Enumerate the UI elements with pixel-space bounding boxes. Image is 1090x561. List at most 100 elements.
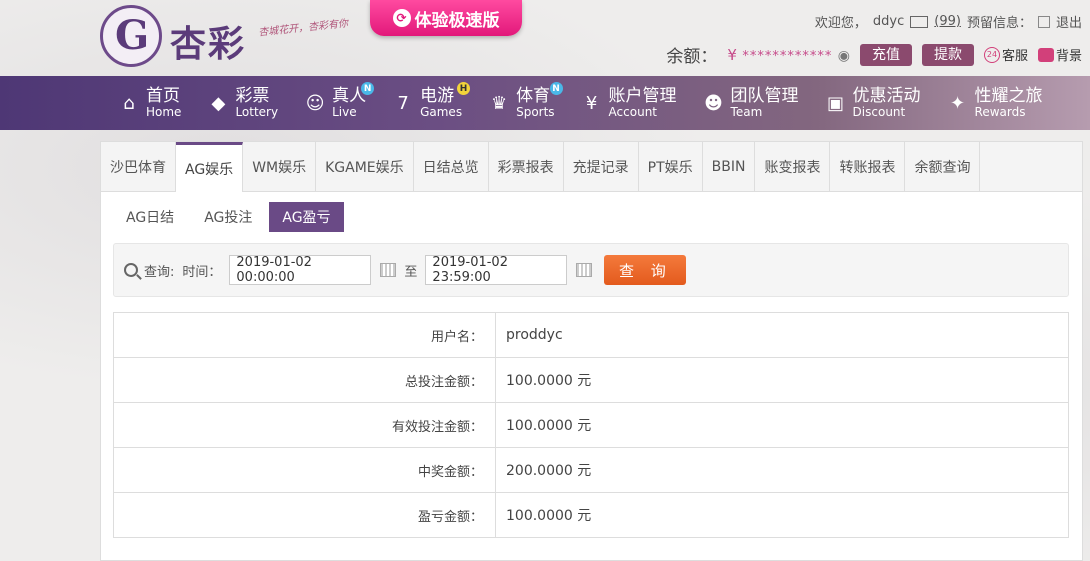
tab-wm[interactable]: WM娱乐 xyxy=(243,142,317,191)
nav-items: ⌂ 首页 Home ◆ 彩票 Lottery ☺ 真人 Live N 7 电游 Game… xyxy=(118,76,1069,130)
nav-sublabel: Live xyxy=(332,104,357,119)
account-icon: ¥ xyxy=(585,92,598,114)
subtab-ag-bets[interactable]: AG投注 xyxy=(191,202,265,232)
nav-account[interactable]: ¥ 账户管理 Account xyxy=(581,76,677,130)
calendar-icon[interactable] xyxy=(380,263,397,277)
nav-live[interactable]: ☺ 真人 Live N xyxy=(304,76,375,130)
tab-transfer-report[interactable]: 转账报表 xyxy=(830,142,906,191)
nav-badge: N xyxy=(361,82,375,95)
balance-row: 余额： ¥ ************ ◉ 充值 提款 24 客服 背景 xyxy=(666,42,1082,67)
logo[interactable]: 杏彩 杏城花开，杏彩有你 xyxy=(100,5,350,70)
home-icon: ⌂ xyxy=(123,92,135,114)
time-label: 时间： xyxy=(182,264,222,280)
table-row: 中奖金额： 200.0000 元 xyxy=(113,447,1069,493)
deposit-button[interactable]: 充值 xyxy=(859,43,912,66)
nav-sublabel: Team xyxy=(730,104,763,119)
balance-masked: ************ xyxy=(742,48,833,64)
rewards-icon: ✦ xyxy=(950,92,966,114)
nav-label: 首页 xyxy=(146,85,180,106)
nav-games[interactable]: 7 电游 Games H xyxy=(392,76,471,130)
logo-slogan: 杏城花开，杏彩有你 xyxy=(257,18,349,39)
tab-pt[interactable]: PT娱乐 xyxy=(638,142,703,191)
nav-lottery[interactable]: ◆ 彩票 Lottery xyxy=(207,76,279,130)
username: ddyc xyxy=(872,14,905,29)
nav-sublabel: Lottery xyxy=(235,104,279,119)
table-row: 有效投注金额： 100.0000 元 xyxy=(113,402,1069,448)
calendar-icon[interactable] xyxy=(576,263,593,277)
row-value: 200.0000 元 xyxy=(495,447,1069,493)
trophy-icon: ♛ xyxy=(491,92,508,114)
edit-icon[interactable] xyxy=(1037,15,1050,28)
skin-link[interactable]: 背景 xyxy=(1037,45,1082,64)
nav-badge: H xyxy=(457,82,471,95)
tab-deposit-records[interactable]: 充提记录 xyxy=(563,142,639,191)
nav-rewards[interactable]: ✦ 性耀之旅 Rewards xyxy=(947,76,1043,130)
report-tabs: 沙巴体育 AG娱乐 WM娱乐 KGAME娱乐 日结总览 彩票报表 充提记录 PT… xyxy=(101,142,1082,192)
eye-icon[interactable]: ◉ xyxy=(838,48,850,64)
nav-discount[interactable]: ▣ 优惠活动 Discount xyxy=(825,76,921,130)
subtab-ag-profit[interactable]: AG盈亏 xyxy=(269,202,344,232)
nav-home[interactable]: ⌂ 首页 Home xyxy=(118,76,181,130)
row-label: 中奖金额： xyxy=(113,447,496,493)
query-bar: 查询: 时间： 2019-01-02 00:00:00 至 2019-01-02… xyxy=(113,243,1069,297)
query-button[interactable]: 查 询 xyxy=(604,255,687,285)
nav-label: 优惠活动 xyxy=(852,85,921,106)
team-icon: ☻ xyxy=(704,92,723,114)
slot-icon: 7 xyxy=(397,92,409,114)
logo-text: 杏彩 xyxy=(170,23,247,65)
nav-team[interactable]: ☻ 团队管理 Team xyxy=(703,76,798,130)
nav-sublabel: Rewards xyxy=(974,104,1026,119)
nav-label: 账户管理 xyxy=(608,85,677,106)
nav-label: 彩票 xyxy=(235,85,270,106)
speed-version-button[interactable]: ⟳ 体验极速版 xyxy=(370,0,522,36)
row-label: 总投注金额： xyxy=(113,357,496,403)
speed-version-label: 体验极速版 xyxy=(414,10,500,31)
nav-label: 性耀之旅 xyxy=(974,85,1043,106)
table-row: 盈亏金额： 100.0000 元 xyxy=(113,492,1069,538)
shirt-icon xyxy=(1037,47,1054,62)
alert-label: 预留信息： xyxy=(966,16,1032,31)
service-link[interactable]: 24 客服 xyxy=(983,45,1028,64)
speed-icon: ⟳ xyxy=(392,9,411,27)
main-nav: ⌂ 首页 Home ◆ 彩票 Lottery ☺ 真人 Live N 7 电游 Game… xyxy=(0,76,1090,130)
row-label: 盈亏金额： xyxy=(113,492,496,538)
mail-icon[interactable] xyxy=(910,15,929,28)
nav-sublabel: Sports xyxy=(516,104,555,119)
table-row: 用户名： proddyc xyxy=(113,312,1069,358)
table-row: 总投注金额： 100.0000 元 xyxy=(113,357,1069,403)
row-value: 100.0000 元 xyxy=(495,492,1069,538)
result-table: 用户名： proddyc 总投注金额： 100.0000 元 有效投注金额： 1… xyxy=(113,312,1069,538)
dealer-icon: ☺ xyxy=(305,92,325,114)
tab-bbin[interactable]: BBIN xyxy=(702,142,756,191)
tab-saba-sports[interactable]: 沙巴体育 xyxy=(101,142,176,191)
nav-sports[interactable]: ♛ 体育 Sports N xyxy=(488,76,563,130)
message-count[interactable]: (99) xyxy=(934,14,961,29)
ticket-icon: ◆ xyxy=(211,92,226,114)
row-label: 有效投注金额： xyxy=(113,402,496,448)
header: 杏彩 杏城花开，杏彩有你 ⟳ 体验极速版 欢迎您， ddyc (99) 预留信息… xyxy=(0,0,1090,76)
end-date-input[interactable]: 2019-01-02 23:59:00 xyxy=(425,255,568,285)
tab-account-changes[interactable]: 账变报表 xyxy=(755,142,831,191)
tab-lottery-report[interactable]: 彩票报表 xyxy=(488,142,564,191)
tab-ag[interactable]: AG娱乐 xyxy=(176,142,244,192)
service-label: 客服 xyxy=(1001,49,1028,64)
row-label: 用户名： xyxy=(113,312,496,358)
tab-balance-query[interactable]: 余额查询 xyxy=(905,142,981,191)
user-topline: 欢迎您， ddyc (99) 预留信息： 退出 xyxy=(815,12,1082,31)
logout-link[interactable]: 退出 xyxy=(1056,12,1082,31)
logo-emblem-icon xyxy=(100,5,162,67)
start-date-input[interactable]: 2019-01-02 00:00:00 xyxy=(229,255,372,285)
row-value: 100.0000 元 xyxy=(495,357,1069,403)
tab-kgame[interactable]: KGAME娱乐 xyxy=(316,142,414,191)
withdraw-button[interactable]: 提款 xyxy=(921,43,974,66)
headset-icon: 24 xyxy=(983,46,1000,63)
tab-daily-overview[interactable]: 日结总览 xyxy=(413,142,489,191)
skin-label: 背景 xyxy=(1055,49,1082,64)
gift-icon: ▣ xyxy=(827,92,845,114)
ag-subtabs: AG日结 AG投注 AG盈亏 xyxy=(113,202,344,232)
currency-symbol: ¥ xyxy=(727,45,737,64)
subtab-ag-daily[interactable]: AG日结 xyxy=(113,202,187,232)
nav-sublabel: Home xyxy=(146,104,182,119)
search-icon xyxy=(124,263,138,277)
nav-sublabel: Account xyxy=(608,104,657,119)
